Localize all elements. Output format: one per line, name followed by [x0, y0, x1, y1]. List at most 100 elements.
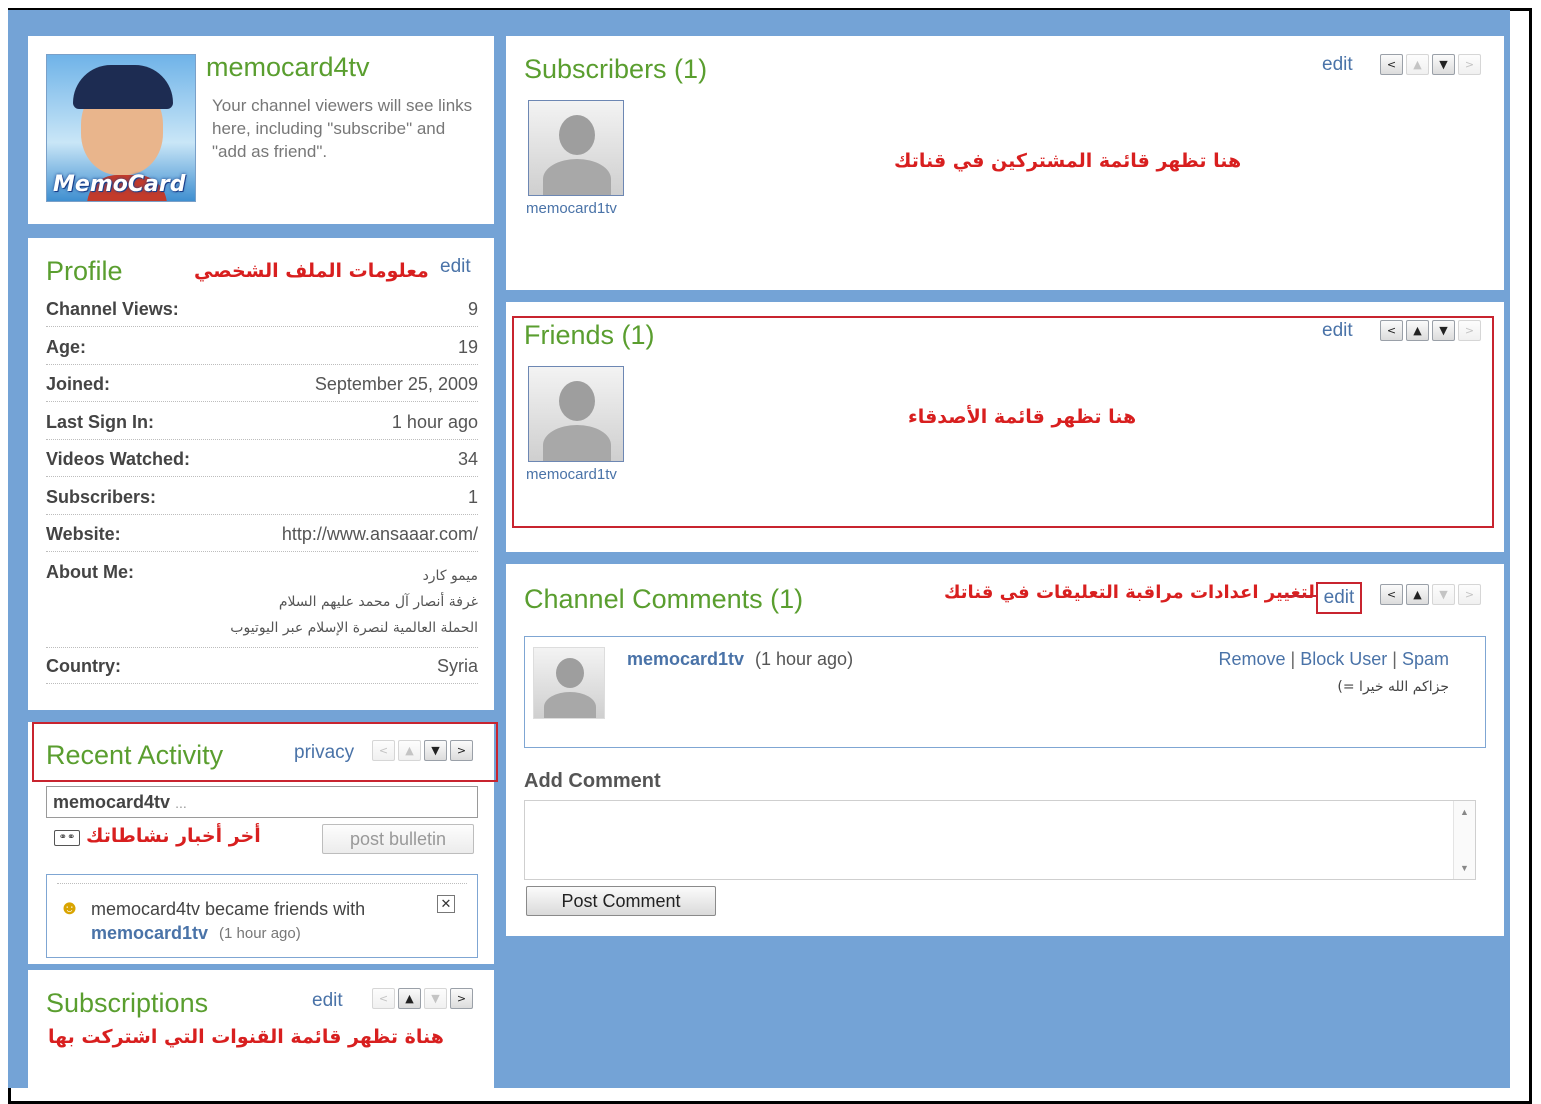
logo-text: MemoCard: [53, 172, 186, 197]
activity-item-time: (1 hour ago): [219, 925, 301, 942]
move-down-icon: ▼: [1432, 584, 1455, 605]
link-icon[interactable]: ⚭⚭: [54, 830, 80, 846]
move-right-icon[interactable]: >: [450, 988, 473, 1009]
friends-edit-link[interactable]: edit: [1322, 320, 1353, 342]
comment-time: (1 hour ago): [755, 649, 854, 669]
channel-avatar[interactable]: MemoCard: [46, 54, 196, 202]
subscribers-nav: < ▲ ▼ >: [1380, 54, 1481, 75]
comments-edit-link[interactable]: edit: [1316, 582, 1362, 614]
subscriber-name[interactable]: memocard1tv: [526, 200, 617, 217]
subscriber-avatar[interactable]: [528, 100, 624, 196]
row-value: 19: [457, 337, 478, 357]
comments-annotation: لتغيير اعدادات مراقبة التعليقات في قناتك: [944, 582, 1315, 603]
row-label: Videos Watched:: [46, 449, 191, 469]
row-value: Syria: [436, 656, 478, 676]
move-up-icon[interactable]: ▲: [398, 988, 421, 1009]
subscribers-title: Subscribers (1): [524, 54, 708, 84]
row-label: Last Sign In:: [46, 412, 154, 432]
move-up-icon[interactable]: ▲: [1406, 584, 1429, 605]
move-right-icon[interactable]: >: [450, 740, 473, 761]
row-value: 34: [457, 449, 478, 469]
row-label: Subscribers:: [46, 487, 157, 507]
scroll-down-icon[interactable]: ▼: [1454, 863, 1475, 873]
move-left-icon: <: [372, 740, 395, 761]
subscribers-annotation: هنا تظهر قائمة المشتركين في قناتك: [894, 150, 1242, 172]
comment-actions: Remove | Block User | Spam: [1218, 649, 1449, 670]
move-down-icon: ▼: [424, 988, 447, 1009]
activity-item-text: memocard4tv became friends with: [91, 899, 366, 919]
subscribers-edit-link[interactable]: edit: [1322, 54, 1353, 76]
about-line: غرفة أنصار آل محمد عليهم السلام: [278, 594, 478, 610]
bulletin-input[interactable]: memocard4tv ...: [46, 786, 478, 818]
friends-nav: < ▲ ▼ >: [1380, 320, 1481, 341]
channel-comments-panel: Channel Comments (1) لتغيير اعدادات مراق…: [506, 564, 1504, 936]
subscriptions-annotation: هناة تظهر قائمة القنوات التي اشتركت بها: [48, 1026, 444, 1048]
privacy-link[interactable]: privacy: [294, 742, 354, 764]
move-up-icon[interactable]: ▲: [1406, 320, 1429, 341]
channel-name[interactable]: memocard4tv: [206, 52, 370, 83]
row-value: 1 hour ago: [391, 412, 478, 432]
move-right-icon: >: [1458, 320, 1481, 341]
post-comment-button[interactable]: Post Comment: [526, 886, 716, 916]
block-user-link[interactable]: Block User: [1300, 649, 1387, 669]
move-left-icon[interactable]: <: [1380, 54, 1403, 75]
move-left-icon[interactable]: <: [1380, 320, 1403, 341]
scroll-up-icon[interactable]: ▲: [1454, 807, 1475, 817]
remove-link[interactable]: Remove: [1218, 649, 1285, 669]
comments-nav: < ▲ ▼ >: [1380, 584, 1481, 605]
move-up-icon: ▲: [398, 740, 421, 761]
comment-author[interactable]: memocard1tv: [627, 649, 744, 670]
subscriptions-edit-link[interactable]: edit: [312, 990, 343, 1012]
profile-row: Subscribers: 1: [46, 478, 478, 515]
recent-activity-nav: < ▲ ▼ >: [372, 740, 473, 761]
spam-link[interactable]: Spam: [1402, 649, 1449, 669]
post-bulletin-button[interactable]: post bulletin: [322, 824, 474, 854]
channel-header: MemoCard memocard4tv Your channel viewer…: [28, 36, 494, 224]
profile-row: Country: Syria: [46, 647, 478, 684]
subscriptions-title: Subscriptions: [46, 988, 209, 1018]
profile-row: Joined: September 25, 2009: [46, 365, 478, 402]
move-left-icon: <: [372, 988, 395, 1009]
profile-edit-link[interactable]: edit: [440, 256, 471, 278]
comment-box: memocard1tv (1 hour ago) Remove | Block …: [524, 636, 1486, 748]
website-link[interactable]: http://www.ansaaar.com/: [282, 524, 478, 545]
friends-annotation: هنا تظهر قائمة الأصدقاء: [908, 406, 1137, 428]
profile-title: Profile: [46, 256, 123, 286]
comment-author-avatar[interactable]: [533, 647, 605, 719]
row-label: About Me:: [46, 562, 134, 582]
profile-row: Website: http://www.ansaaar.com/: [46, 515, 478, 552]
row-label: Joined:: [46, 374, 111, 394]
friend-name[interactable]: memocard1tv: [526, 466, 617, 483]
move-right-icon: >: [1458, 54, 1481, 75]
profile-annotation: معلومات الملف الشخصي: [194, 260, 429, 282]
activity-feed: ☻ memocard4tv became friends with memoca…: [46, 874, 478, 958]
friends-panel: Friends (1) edit < ▲ ▼ > memocard1tv هنا…: [506, 302, 1504, 552]
arrow-line: [1282, 595, 1316, 597]
profile-row: Last Sign In: 1 hour ago: [46, 403, 478, 440]
friend-avatar[interactable]: [528, 366, 624, 462]
activity-item-link[interactable]: memocard1tv: [91, 923, 208, 944]
row-label: Country:: [46, 656, 121, 676]
row-value: September 25, 2009: [314, 374, 478, 394]
profile-row: Channel Views: 9: [46, 290, 478, 327]
separator: |: [1392, 649, 1397, 669]
comment-text: جزاكم الله خيرا =): [1337, 679, 1449, 695]
close-icon[interactable]: ✕: [437, 895, 455, 913]
profile-row: Videos Watched: 34: [46, 440, 478, 477]
subscriptions-panel: Subscriptions edit < ▲ ▼ > هناة تظهر قائ…: [28, 970, 494, 1096]
comment-textarea[interactable]: ▲ ▼: [524, 800, 1476, 880]
subscribers-panel: Subscribers (1) edit < ▲ ▼ > memocard1tv…: [506, 36, 1504, 290]
row-label: Website:: [46, 524, 121, 544]
row-value: 1: [467, 487, 478, 507]
move-down-icon[interactable]: ▼: [1432, 54, 1455, 75]
move-down-icon[interactable]: ▼: [1432, 320, 1455, 341]
move-left-icon[interactable]: <: [1380, 584, 1403, 605]
separator: |: [1290, 649, 1296, 669]
activity-annotation: أخر أخبار نشاطاتك: [86, 825, 261, 847]
move-down-icon[interactable]: ▼: [424, 740, 447, 761]
row-label: Age:: [46, 337, 86, 357]
textarea-scrollbar[interactable]: ▲ ▼: [1453, 801, 1475, 879]
recent-activity-panel: Recent Activity privacy < ▲ ▼ > memocard…: [28, 722, 498, 964]
about-line: ميمو كارد: [422, 568, 478, 584]
channel-description: Your channel viewers will see links here…: [212, 96, 473, 161]
